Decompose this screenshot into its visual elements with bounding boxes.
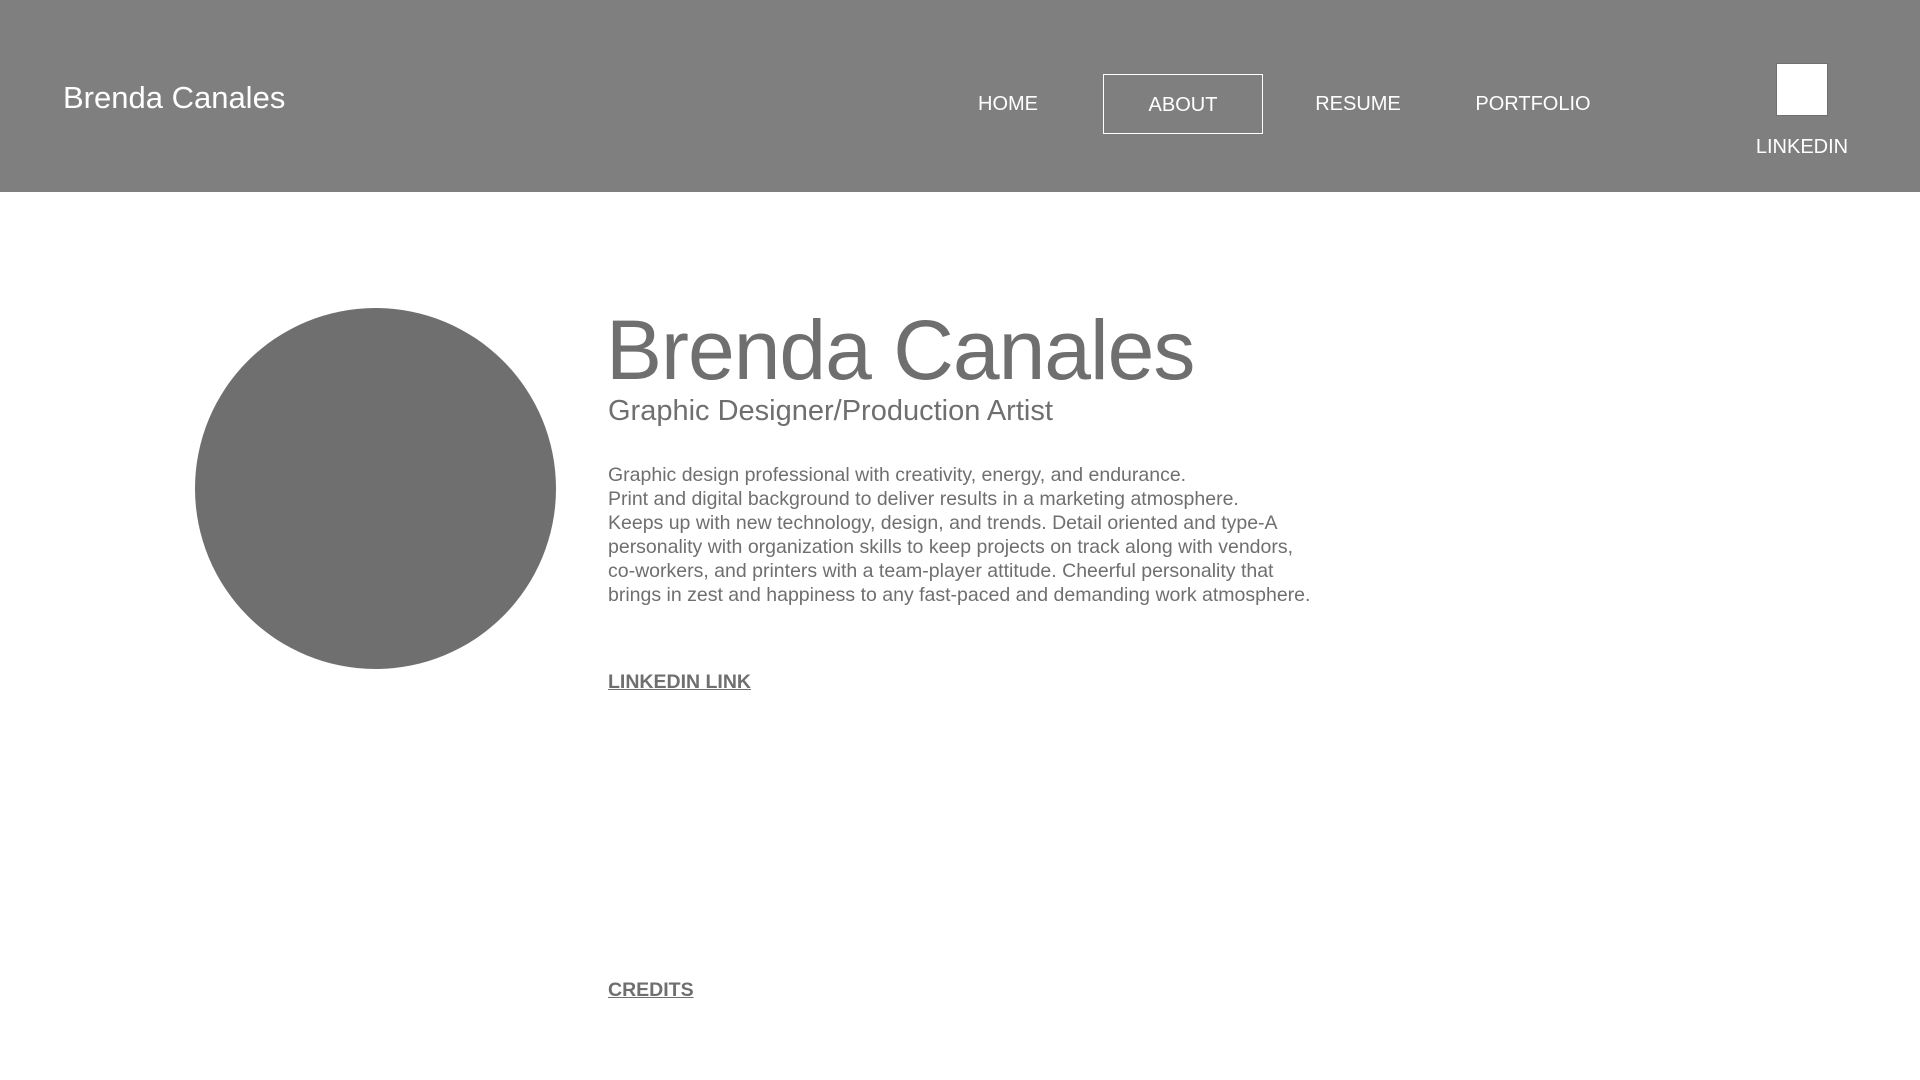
profile-subtitle: Graphic Designer/Production Artist: [608, 395, 1053, 427]
profile-name: Brenda Canales: [606, 303, 1195, 397]
nav-portfolio[interactable]: PORTFOLIO: [1463, 74, 1603, 134]
site-title[interactable]: Brenda Canales: [63, 80, 285, 116]
bio-line: brings in zest and happiness to any fast…: [608, 584, 1311, 606]
profile-photo-placeholder: [195, 308, 556, 669]
bio-line: Graphic design professional with creativ…: [608, 464, 1187, 486]
bio-line: Keeps up with new technology, design, an…: [608, 512, 1278, 534]
bio-line: Print and digital background to deliver …: [608, 488, 1239, 510]
nav-home[interactable]: HOME: [958, 74, 1058, 134]
bio-line: personality with organization skills to …: [608, 536, 1294, 558]
nav-about[interactable]: ABOUT: [1103, 74, 1263, 134]
bio-line: co-workers, and printers with a team-pla…: [608, 560, 1274, 582]
linkedin-icon[interactable]: [1776, 63, 1828, 116]
linkedin-link[interactable]: LINKEDIN LINK: [608, 670, 751, 694]
nav-resume[interactable]: RESUME: [1303, 74, 1413, 134]
linkedin-header-label[interactable]: LINKEDIN: [1742, 135, 1862, 159]
profile-bio: Graphic design professional with creativ…: [608, 463, 1368, 607]
site-header: Brenda Canales HOME ABOUT RESUME PORTFOL…: [0, 0, 1920, 192]
credits-link[interactable]: CREDITS: [608, 978, 694, 1002]
